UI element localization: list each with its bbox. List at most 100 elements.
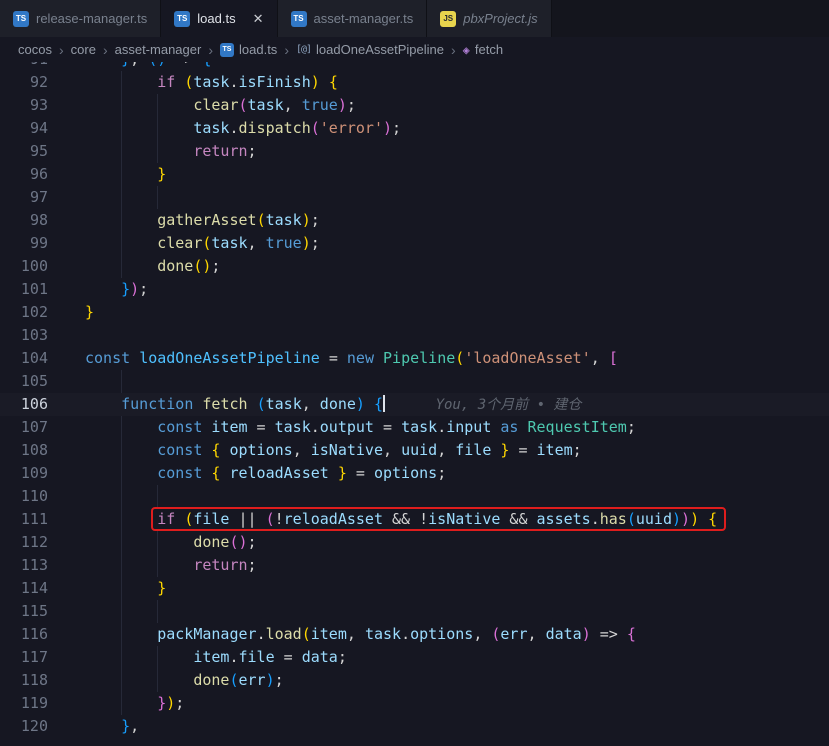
token: done [193, 533, 230, 551]
token: isNative [310, 441, 383, 459]
code-line-94[interactable]: 94 task.dispatch('error'); [0, 117, 829, 140]
token: { [708, 510, 718, 528]
code-line-102[interactable]: 102} [0, 301, 829, 324]
line-content: }, () => { [48, 62, 829, 71]
code-line-112[interactable]: 112 done(); [0, 531, 829, 554]
token: ( [301, 625, 311, 643]
line-number: 93 [29, 96, 48, 114]
indent-guide [121, 439, 157, 462]
line-content: const loadOneAssetPipeline = new Pipelin… [48, 347, 829, 370]
token: uuid [401, 441, 438, 459]
code-line-114[interactable]: 114} [0, 577, 829, 600]
symbol-method-icon: ◈ [462, 42, 470, 57]
code-line-115[interactable]: 115 [0, 600, 829, 623]
token: } [121, 62, 130, 68]
line-number: 106 [20, 395, 48, 413]
code-line-117[interactable]: 117 item.file = data; [0, 646, 829, 669]
token: reloadAsset [283, 510, 383, 528]
breadcrumb-item-cocos[interactable]: cocos [18, 42, 52, 57]
code-line-111[interactable]: 111 if (file || (!reloadAsset && !isNativ… [0, 507, 829, 531]
code-line-118[interactable]: 118 done(err); [0, 669, 829, 692]
indent-guide [85, 393, 121, 416]
editor[interactable]: 91}, () => {92if (task.isFinish) {93clea… [0, 62, 829, 746]
code-line-93[interactable]: 93 clear(task, true); [0, 94, 829, 117]
line-content: return; [48, 554, 829, 577]
token: . [229, 73, 239, 91]
indent-guide [157, 485, 193, 508]
highlight-red-box: if (file || (!reloadAsset && !isNative &… [151, 507, 727, 531]
token: ( [256, 211, 266, 229]
token: ; [337, 648, 347, 666]
line-number: 105 [20, 372, 48, 390]
code-line-107[interactable]: 107 const item = task.output = task.input… [0, 416, 829, 439]
code-text: done(); [157, 255, 220, 278]
indent-guide [85, 94, 121, 117]
token: => [166, 62, 202, 68]
code-line-110[interactable]: 110 [0, 485, 829, 508]
tab-pbxProject.js[interactable]: JS pbxProject.js [427, 0, 552, 37]
indent-guide [85, 71, 121, 94]
breadcrumb-item-loadOneAssetPipeline[interactable]: [@] loadOneAssetPipeline [296, 42, 444, 57]
token: if [157, 510, 176, 528]
line-number: 96 [29, 165, 48, 183]
line-content [48, 324, 829, 347]
code-line-103[interactable]: 103 [0, 324, 829, 347]
line-number: 115 [20, 602, 48, 620]
code-line-104[interactable]: 104 const loadOneAssetPipeline = new Pipe… [0, 347, 829, 370]
tab-bar: TS release-manager.ts TS load.ts ✕ TS asset-ma… [0, 0, 829, 37]
token: true [301, 96, 338, 114]
token: ) [310, 73, 320, 91]
code-line-101[interactable]: 101}); [0, 278, 829, 301]
tab-label: load.ts [197, 11, 236, 26]
token: task [193, 73, 230, 91]
token: [ [608, 349, 618, 367]
indent-guide [85, 554, 121, 577]
token: } [121, 717, 131, 735]
code-line-108[interactable]: 108 const { options, isNative, uuid, file… [0, 439, 829, 462]
line-content [48, 600, 829, 623]
code-line-119[interactable]: 119}); [0, 692, 829, 715]
indent-guide [121, 508, 157, 531]
code-line-106[interactable]: 106 function fetch (task, done) {You, 3个月… [0, 393, 829, 416]
breadcrumb-item-asset-manager[interactable]: asset-manager [115, 42, 202, 57]
tab-asset-manager.ts[interactable]: TS asset-manager.ts [277, 0, 428, 37]
breadcrumb-item-load.ts[interactable]: TS load.ts [220, 42, 277, 57]
code-line-98[interactable]: 98 gatherAsset(task); [0, 209, 829, 232]
code-line-91[interactable]: 91}, () => { [0, 62, 829, 71]
indent-guide [121, 186, 157, 209]
line-number: 109 [20, 464, 48, 482]
code-line-109[interactable]: 109 const { reloadAsset } = options; [0, 462, 829, 485]
breadcrumb-item-fetch[interactable]: ◈ fetch [463, 42, 503, 57]
token: done [193, 671, 230, 689]
token: } [157, 165, 167, 183]
code-line-100[interactable]: 100 done(); [0, 255, 829, 278]
code-line-92[interactable]: 92 if (task.isFinish) { [0, 71, 829, 94]
indent-guide [121, 692, 157, 715]
tab-load.ts[interactable]: TS load.ts ✕ [161, 0, 278, 37]
line-content: const { options, isNative, uuid, file } … [48, 439, 829, 462]
code-line-105[interactable]: 105 [0, 370, 829, 393]
line-number: 117 [20, 648, 48, 666]
token: ) [681, 510, 691, 528]
tab-release-manager.ts[interactable]: TS release-manager.ts [0, 0, 162, 37]
code-line-99[interactable]: 99 clear(task, true); [0, 232, 829, 255]
code-line-113[interactable]: 113 return; [0, 554, 829, 577]
code-line-96[interactable]: 96} [0, 163, 829, 186]
indent-guide [85, 370, 121, 393]
token: ; [175, 694, 185, 712]
indent-guide [121, 232, 157, 255]
code-line-95[interactable]: 95 return; [0, 140, 829, 163]
token: data [301, 648, 338, 666]
token: ; [247, 556, 257, 574]
line-content: function fetch (task, done) {You, 3个月前 •… [48, 393, 829, 416]
indent-guide [85, 278, 121, 301]
code-line-120[interactable]: 120}, [0, 715, 829, 738]
code-line-116[interactable]: 116 packManager.load(item, task.options, … [0, 623, 829, 646]
code-line-97[interactable]: 97 [0, 186, 829, 209]
breadcrumb-item-core[interactable]: core [71, 42, 96, 57]
close-icon[interactable]: ✕ [253, 11, 264, 27]
